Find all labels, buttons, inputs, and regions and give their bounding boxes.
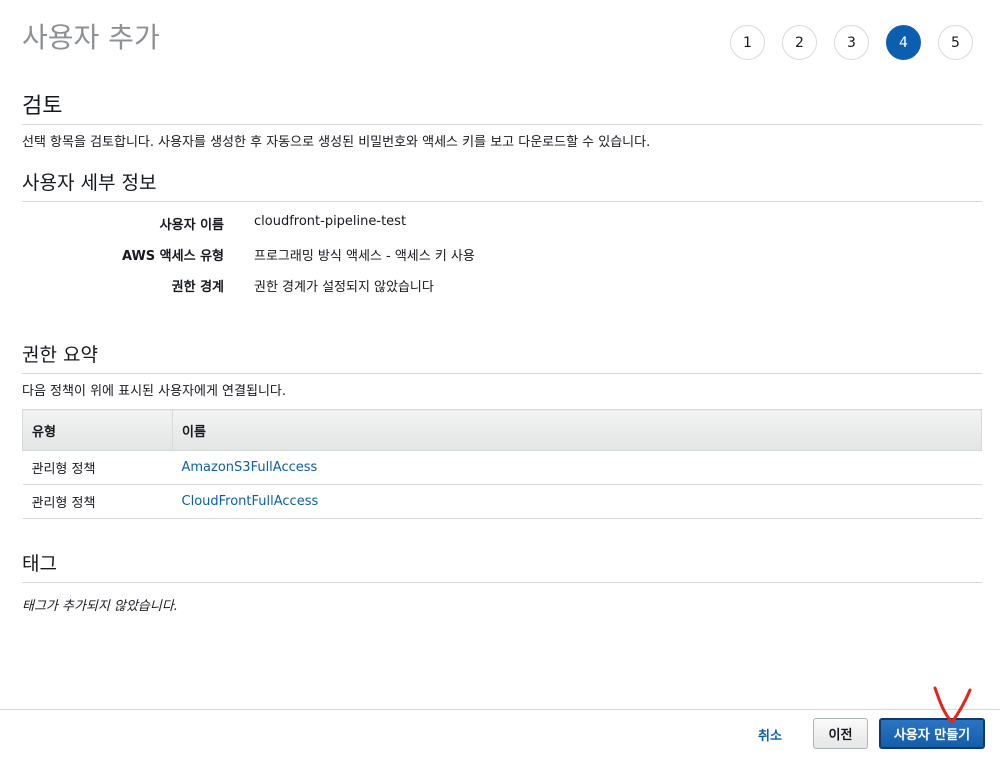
- user-details-heading: 사용자 세부 정보: [22, 168, 982, 202]
- detail-label: 사용자 이름: [159, 218, 224, 233]
- review-heading: 검토: [22, 88, 982, 125]
- step-4-current[interactable]: 4: [886, 25, 921, 60]
- policy-name-cell: AmazonS3FullAccess: [172, 450, 982, 485]
- step-1[interactable]: 1: [730, 25, 765, 60]
- table-row: 관리형 정책 AmazonS3FullAccess: [22, 450, 982, 485]
- review-description: 선택 항목을 검토합니다. 사용자를 생성한 후 자동으로 생성된 비밀번호와 …: [22, 135, 651, 150]
- policy-type: 관리형 정책: [22, 484, 173, 519]
- previous-button[interactable]: 이전: [813, 718, 868, 749]
- step-5[interactable]: 5: [938, 25, 973, 60]
- detail-row-permission-boundary: 권한 경계 권한 경계가 설정되지 않았습니다: [22, 276, 982, 307]
- user-details-list: 사용자 이름 cloudfront-pipeline-test AWS 액세스 …: [22, 214, 982, 307]
- column-header-type: 유형: [22, 409, 173, 451]
- detail-value: 권한 경계가 설정되지 않았습니다: [254, 280, 434, 295]
- permissions-description: 다음 정책이 위에 표시된 사용자에게 연결됩니다.: [22, 384, 286, 399]
- create-user-button[interactable]: 사용자 만들기: [879, 718, 985, 749]
- policy-name-cell: CloudFrontFullAccess: [172, 484, 982, 519]
- column-header-name: 이름: [172, 409, 982, 451]
- detail-label: AWS 액세스 유형: [121, 249, 224, 264]
- wizard-steps: 1 2 3 4 5: [730, 25, 973, 60]
- wizard-footer: 취소 이전 사용자 만들기: [0, 709, 1000, 757]
- table-row: 관리형 정책 CloudFrontFullAccess: [22, 484, 982, 519]
- table-header-row: 유형 이름: [22, 409, 982, 451]
- detail-label: 권한 경계: [171, 280, 224, 295]
- step-3[interactable]: 3: [834, 25, 869, 60]
- step-2[interactable]: 2: [782, 25, 817, 60]
- page-title: 사용자 추가: [22, 21, 160, 54]
- detail-value: cloudfront-pipeline-test: [254, 214, 407, 229]
- detail-value: 프로그래밍 방식 액세스 - 액세스 키 사용: [254, 249, 475, 264]
- permissions-table: 유형 이름 관리형 정책 AmazonS3FullAccess 관리형 정책 C…: [22, 409, 982, 519]
- policy-link[interactable]: CloudFrontFullAccess: [182, 494, 319, 509]
- tags-empty-text: 태그가 추가되지 않았습니다.: [22, 599, 178, 614]
- cancel-button[interactable]: 취소: [752, 721, 788, 748]
- permissions-heading: 권한 요약: [22, 340, 982, 374]
- detail-row-access-type: AWS 액세스 유형 프로그래밍 방식 액세스 - 액세스 키 사용: [22, 245, 982, 276]
- policy-link[interactable]: AmazonS3FullAccess: [182, 460, 318, 475]
- tags-heading: 태그: [22, 549, 982, 583]
- policy-type: 관리형 정책: [22, 450, 173, 485]
- review-content: 검토 선택 항목을 검토합니다. 사용자를 생성한 후 자동으로 생성된 비밀번…: [22, 88, 982, 614]
- detail-row-user-name: 사용자 이름 cloudfront-pipeline-test: [22, 214, 982, 245]
